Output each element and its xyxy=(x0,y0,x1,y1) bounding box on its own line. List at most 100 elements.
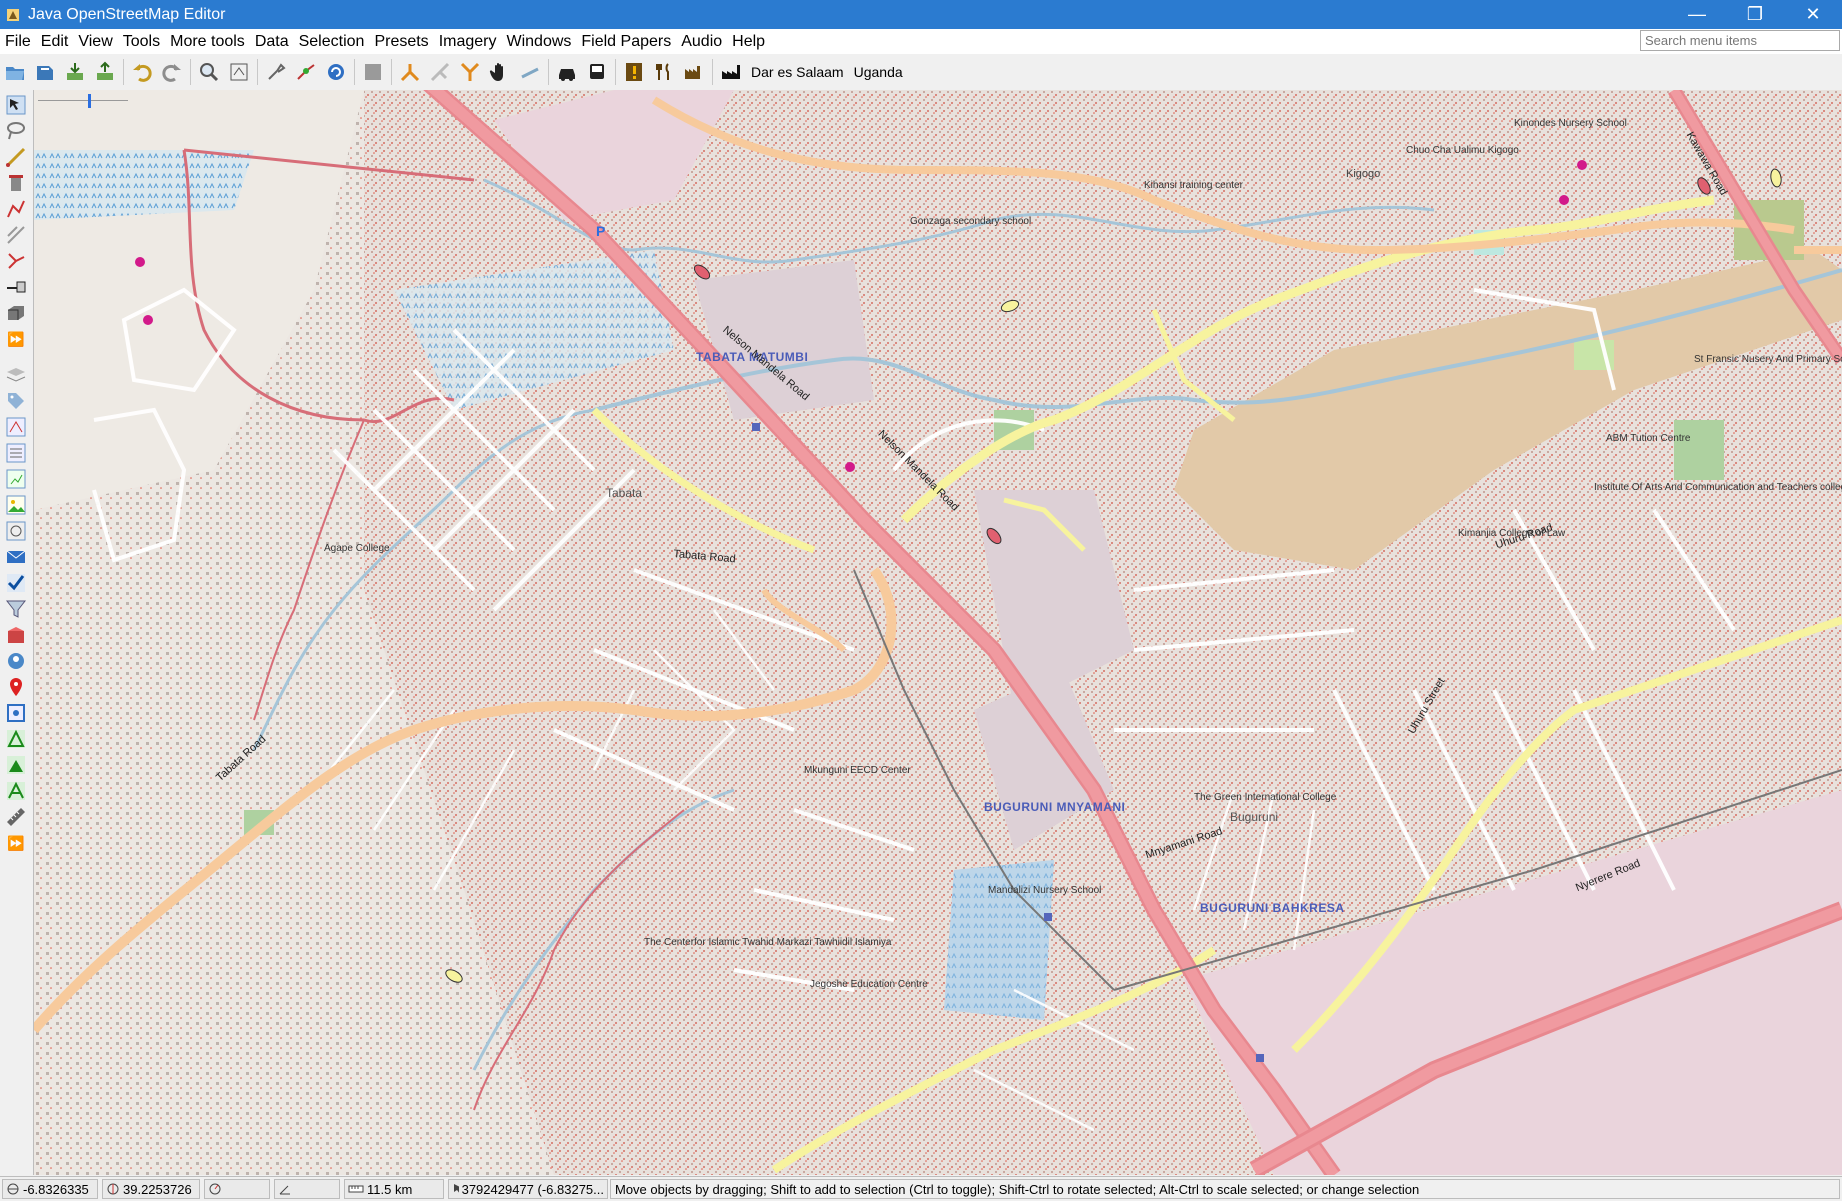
latitude-display: -6.8326335 xyxy=(2,1179,98,1199)
node-cursor-icon xyxy=(454,1184,459,1193)
menu-edit[interactable]: Edit xyxy=(36,29,74,54)
poi-institute-arts: Institute Of Arts And Communication and … xyxy=(1594,482,1842,493)
selection-list-button[interactable] xyxy=(3,440,29,466)
zoom-icon xyxy=(200,63,219,82)
layers-panel-button[interactable] xyxy=(3,362,29,388)
open-file-button[interactable] xyxy=(2,59,28,85)
svg-text:P: P xyxy=(596,223,605,239)
tags-panel-button[interactable] xyxy=(3,388,29,414)
zoom-slider[interactable] xyxy=(38,94,128,108)
zoom-to-data-button[interactable] xyxy=(196,59,222,85)
lasso-tool-button[interactable] xyxy=(3,118,29,144)
tracer-2-icon xyxy=(7,756,25,774)
wireframe-button[interactable] xyxy=(226,59,252,85)
connect-tool-button[interactable] xyxy=(3,274,29,300)
measurement-button[interactable] xyxy=(3,804,29,830)
select-tool-button[interactable] xyxy=(3,92,29,118)
split-icon xyxy=(297,64,315,80)
preset-bus-button[interactable] xyxy=(584,59,610,85)
relations-panel-button[interactable] xyxy=(3,414,29,440)
extrude-tool-button[interactable] xyxy=(3,196,29,222)
preset-warning-button[interactable] xyxy=(621,59,647,85)
filter-panel-button[interactable] xyxy=(3,518,29,544)
refresh-button[interactable] xyxy=(323,59,349,85)
menu-data[interactable]: Data xyxy=(250,29,294,54)
upload-button[interactable] xyxy=(92,59,118,85)
building-tool-button[interactable] xyxy=(3,300,29,326)
search-menu-input[interactable]: Search menu items xyxy=(1640,30,1840,51)
menu-windows[interactable]: Windows xyxy=(501,29,576,54)
poi-mkunguni: Mkunguni EECD Center xyxy=(804,765,911,776)
tracer-button[interactable] xyxy=(3,726,29,752)
pan-button[interactable] xyxy=(487,59,513,85)
more-tools-expander[interactable]: ⏩ xyxy=(3,326,29,352)
changeset-panel-button[interactable] xyxy=(3,622,29,648)
bus-icon xyxy=(590,64,604,79)
tracer-3-icon xyxy=(7,781,25,800)
more-panels-expander[interactable]: ⏩ xyxy=(3,830,29,856)
angle-display xyxy=(274,1179,340,1199)
menu-file[interactable]: File xyxy=(0,29,36,54)
relation-icon xyxy=(6,417,26,437)
preset-uganda[interactable]: Uganda xyxy=(854,64,903,80)
maximize-button[interactable]: ❐ xyxy=(1726,0,1784,29)
menu-audio[interactable]: Audio xyxy=(676,29,727,54)
preset-dar-es-salaam[interactable]: Dar es Salaam xyxy=(751,64,844,80)
filter-icon xyxy=(6,521,26,541)
preferences-button[interactable] xyxy=(263,59,289,85)
download-button[interactable] xyxy=(62,59,88,85)
zoom-slider-thumb[interactable] xyxy=(88,94,91,108)
split-way-button[interactable] xyxy=(293,59,319,85)
menu-view[interactable]: View xyxy=(73,29,117,54)
preset-industry-button[interactable] xyxy=(718,59,744,85)
validation-panel-button[interactable] xyxy=(3,570,29,596)
tracer-2-button[interactable] xyxy=(3,752,29,778)
history-panel-button[interactable] xyxy=(3,466,29,492)
menu-more-tools[interactable]: More tools xyxy=(165,29,250,54)
undo-button[interactable] xyxy=(129,59,155,85)
tracer-3-button[interactable] xyxy=(3,778,29,804)
preset-car-button[interactable] xyxy=(554,59,580,85)
preset-building-button[interactable] xyxy=(681,59,707,85)
parallel-icon xyxy=(7,226,25,244)
author-panel-button[interactable] xyxy=(3,648,29,674)
status-bar: -6.8326335 39.2253726 11.5 km 3792429477… xyxy=(0,1176,1842,1201)
close-button[interactable]: ✕ xyxy=(1784,0,1842,29)
ruler-small-icon xyxy=(348,1185,364,1193)
menu-help[interactable]: Help xyxy=(727,29,770,54)
merge-nodes-button[interactable] xyxy=(457,59,483,85)
map-canvas[interactable]: P xyxy=(34,90,1842,1175)
wireframe-icon xyxy=(230,63,248,81)
map-paint-button[interactable] xyxy=(3,674,29,700)
map-view[interactable]: P TABATA MATUMBI BUGURUNI MNYAMANI BUGUR… xyxy=(34,90,1842,1175)
menu-field-papers[interactable]: Field Papers xyxy=(576,29,676,54)
distance-value: 11.5 km xyxy=(367,1181,413,1197)
improve-way-tool-button[interactable] xyxy=(3,248,29,274)
menu-tools[interactable]: Tools xyxy=(118,29,165,54)
josm-app-icon xyxy=(7,8,19,21)
notes-panel-button[interactable] xyxy=(3,544,29,570)
main-toolbar: Dar es Salaam Uganda xyxy=(0,54,1842,91)
preset-restaurant-button[interactable] xyxy=(651,59,677,85)
minimize-button[interactable]: — xyxy=(1668,0,1726,29)
filter-rules-button[interactable] xyxy=(3,596,29,622)
save-button[interactable] xyxy=(32,59,58,85)
node-panel-button[interactable] xyxy=(3,700,29,726)
area-button[interactable] xyxy=(360,59,386,85)
tag-icon xyxy=(8,393,24,409)
measure-button[interactable] xyxy=(517,59,543,85)
split-way-2-button[interactable] xyxy=(427,59,453,85)
draw-tool-button[interactable] xyxy=(3,144,29,170)
toolbar-separator xyxy=(391,59,392,85)
menu-imagery[interactable]: Imagery xyxy=(434,29,502,54)
combine-way-button[interactable] xyxy=(397,59,423,85)
imagery-panel-button[interactable] xyxy=(3,492,29,518)
redo-icon xyxy=(162,64,181,82)
menu-presets[interactable]: Presets xyxy=(369,29,433,54)
parallel-tool-button[interactable] xyxy=(3,222,29,248)
poi-agape: Agape College xyxy=(324,543,390,554)
delete-tool-button[interactable] xyxy=(3,170,29,196)
redo-button[interactable] xyxy=(159,59,185,85)
refresh-icon xyxy=(328,64,344,80)
menu-selection[interactable]: Selection xyxy=(294,29,370,54)
